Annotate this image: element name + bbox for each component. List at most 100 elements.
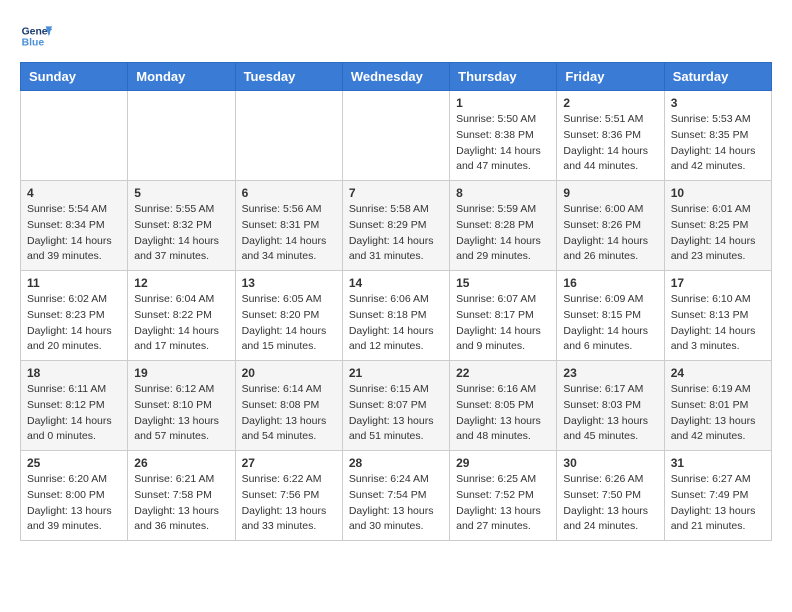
sunrise-text: Sunrise: 6:01 AM bbox=[671, 203, 751, 215]
day-info: Sunrise: 6:21 AM Sunset: 7:58 PM Dayligh… bbox=[134, 472, 228, 535]
calendar-week-3: 11 Sunrise: 6:02 AM Sunset: 8:23 PM Dayl… bbox=[21, 271, 772, 361]
calendar-cell-12: 12 Sunrise: 6:04 AM Sunset: 8:22 PM Dayl… bbox=[128, 271, 235, 361]
day-number: 10 bbox=[671, 186, 765, 200]
calendar-cell-23: 23 Sunrise: 6:17 AM Sunset: 8:03 PM Dayl… bbox=[557, 361, 664, 451]
calendar-cell-17: 17 Sunrise: 6:10 AM Sunset: 8:13 PM Dayl… bbox=[664, 271, 771, 361]
day-info: Sunrise: 5:50 AM Sunset: 8:38 PM Dayligh… bbox=[456, 112, 550, 175]
calendar-cell-empty bbox=[128, 91, 235, 181]
sunrise-text: Sunrise: 6:06 AM bbox=[349, 293, 429, 305]
day-info: Sunrise: 6:22 AM Sunset: 7:56 PM Dayligh… bbox=[242, 472, 336, 535]
day-info: Sunrise: 6:24 AM Sunset: 7:54 PM Dayligh… bbox=[349, 472, 443, 535]
calendar-cell-18: 18 Sunrise: 6:11 AM Sunset: 8:12 PM Dayl… bbox=[21, 361, 128, 451]
day-info: Sunrise: 6:02 AM Sunset: 8:23 PM Dayligh… bbox=[27, 292, 121, 355]
daylight-text: Daylight: 14 hours and 15 minutes. bbox=[242, 325, 327, 353]
day-info: Sunrise: 5:59 AM Sunset: 8:28 PM Dayligh… bbox=[456, 202, 550, 265]
sunrise-text: Sunrise: 6:21 AM bbox=[134, 473, 214, 485]
calendar-cell-26: 26 Sunrise: 6:21 AM Sunset: 7:58 PM Dayl… bbox=[128, 451, 235, 541]
day-info: Sunrise: 6:00 AM Sunset: 8:26 PM Dayligh… bbox=[563, 202, 657, 265]
daylight-text: Daylight: 13 hours and 42 minutes. bbox=[671, 415, 756, 443]
calendar-week-5: 25 Sunrise: 6:20 AM Sunset: 8:00 PM Dayl… bbox=[21, 451, 772, 541]
sunset-text: Sunset: 8:35 PM bbox=[671, 129, 749, 141]
sunset-text: Sunset: 7:54 PM bbox=[349, 489, 427, 501]
day-info: Sunrise: 5:53 AM Sunset: 8:35 PM Dayligh… bbox=[671, 112, 765, 175]
daylight-text: Daylight: 14 hours and 6 minutes. bbox=[563, 325, 648, 353]
calendar-header-thursday: Thursday bbox=[450, 63, 557, 91]
day-info: Sunrise: 6:07 AM Sunset: 8:17 PM Dayligh… bbox=[456, 292, 550, 355]
daylight-text: Daylight: 14 hours and 3 minutes. bbox=[671, 325, 756, 353]
sunset-text: Sunset: 8:10 PM bbox=[134, 399, 212, 411]
calendar-cell-10: 10 Sunrise: 6:01 AM Sunset: 8:25 PM Dayl… bbox=[664, 181, 771, 271]
day-number: 28 bbox=[349, 456, 443, 470]
sunset-text: Sunset: 8:13 PM bbox=[671, 309, 749, 321]
calendar-cell-27: 27 Sunrise: 6:22 AM Sunset: 7:56 PM Dayl… bbox=[235, 451, 342, 541]
svg-text:Blue: Blue bbox=[22, 38, 45, 49]
sunrise-text: Sunrise: 6:02 AM bbox=[27, 293, 107, 305]
sunset-text: Sunset: 8:23 PM bbox=[27, 309, 105, 321]
day-info: Sunrise: 6:14 AM Sunset: 8:08 PM Dayligh… bbox=[242, 382, 336, 445]
sunset-text: Sunset: 7:58 PM bbox=[134, 489, 212, 501]
sunrise-text: Sunrise: 5:51 AM bbox=[563, 113, 643, 125]
day-number: 18 bbox=[27, 366, 121, 380]
day-number: 16 bbox=[563, 276, 657, 290]
sunrise-text: Sunrise: 5:54 AM bbox=[27, 203, 107, 215]
calendar-cell-empty bbox=[21, 91, 128, 181]
calendar-body: 1 Sunrise: 5:50 AM Sunset: 8:38 PM Dayli… bbox=[21, 91, 772, 541]
day-number: 25 bbox=[27, 456, 121, 470]
daylight-text: Daylight: 14 hours and 23 minutes. bbox=[671, 235, 756, 263]
calendar-week-1: 1 Sunrise: 5:50 AM Sunset: 8:38 PM Dayli… bbox=[21, 91, 772, 181]
day-info: Sunrise: 6:25 AM Sunset: 7:52 PM Dayligh… bbox=[456, 472, 550, 535]
day-number: 2 bbox=[563, 96, 657, 110]
sunset-text: Sunset: 8:32 PM bbox=[134, 219, 212, 231]
sunset-text: Sunset: 8:15 PM bbox=[563, 309, 641, 321]
calendar-cell-19: 19 Sunrise: 6:12 AM Sunset: 8:10 PM Dayl… bbox=[128, 361, 235, 451]
calendar-cell-30: 30 Sunrise: 6:26 AM Sunset: 7:50 PM Dayl… bbox=[557, 451, 664, 541]
calendar-cell-4: 4 Sunrise: 5:54 AM Sunset: 8:34 PM Dayli… bbox=[21, 181, 128, 271]
day-number: 14 bbox=[349, 276, 443, 290]
sunrise-text: Sunrise: 6:12 AM bbox=[134, 383, 214, 395]
sunset-text: Sunset: 8:31 PM bbox=[242, 219, 320, 231]
sunset-text: Sunset: 8:03 PM bbox=[563, 399, 641, 411]
daylight-text: Daylight: 14 hours and 0 minutes. bbox=[27, 415, 112, 443]
calendar-cell-31: 31 Sunrise: 6:27 AM Sunset: 7:49 PM Dayl… bbox=[664, 451, 771, 541]
calendar-header-saturday: Saturday bbox=[664, 63, 771, 91]
sunset-text: Sunset: 8:17 PM bbox=[456, 309, 534, 321]
daylight-text: Daylight: 14 hours and 37 minutes. bbox=[134, 235, 219, 263]
calendar-cell-2: 2 Sunrise: 5:51 AM Sunset: 8:36 PM Dayli… bbox=[557, 91, 664, 181]
calendar-cell-7: 7 Sunrise: 5:58 AM Sunset: 8:29 PM Dayli… bbox=[342, 181, 449, 271]
day-number: 8 bbox=[456, 186, 550, 200]
daylight-text: Daylight: 13 hours and 57 minutes. bbox=[134, 415, 219, 443]
sunrise-text: Sunrise: 6:10 AM bbox=[671, 293, 751, 305]
calendar-header-wednesday: Wednesday bbox=[342, 63, 449, 91]
calendar-week-4: 18 Sunrise: 6:11 AM Sunset: 8:12 PM Dayl… bbox=[21, 361, 772, 451]
calendar-cell-25: 25 Sunrise: 6:20 AM Sunset: 8:00 PM Dayl… bbox=[21, 451, 128, 541]
daylight-text: Daylight: 14 hours and 20 minutes. bbox=[27, 325, 112, 353]
daylight-text: Daylight: 13 hours and 21 minutes. bbox=[671, 505, 756, 533]
calendar-cell-1: 1 Sunrise: 5:50 AM Sunset: 8:38 PM Dayli… bbox=[450, 91, 557, 181]
daylight-text: Daylight: 13 hours and 33 minutes. bbox=[242, 505, 327, 533]
daylight-text: Daylight: 14 hours and 39 minutes. bbox=[27, 235, 112, 263]
daylight-text: Daylight: 14 hours and 29 minutes. bbox=[456, 235, 541, 263]
day-number: 23 bbox=[563, 366, 657, 380]
daylight-text: Daylight: 14 hours and 31 minutes. bbox=[349, 235, 434, 263]
daylight-text: Daylight: 13 hours and 45 minutes. bbox=[563, 415, 648, 443]
day-info: Sunrise: 6:20 AM Sunset: 8:00 PM Dayligh… bbox=[27, 472, 121, 535]
calendar-cell-empty bbox=[342, 91, 449, 181]
sunset-text: Sunset: 8:20 PM bbox=[242, 309, 320, 321]
calendar-cell-3: 3 Sunrise: 5:53 AM Sunset: 8:35 PM Dayli… bbox=[664, 91, 771, 181]
day-info: Sunrise: 6:06 AM Sunset: 8:18 PM Dayligh… bbox=[349, 292, 443, 355]
day-info: Sunrise: 6:12 AM Sunset: 8:10 PM Dayligh… bbox=[134, 382, 228, 445]
calendar-header-tuesday: Tuesday bbox=[235, 63, 342, 91]
sunset-text: Sunset: 8:08 PM bbox=[242, 399, 320, 411]
daylight-text: Daylight: 13 hours and 30 minutes. bbox=[349, 505, 434, 533]
daylight-text: Daylight: 13 hours and 24 minutes. bbox=[563, 505, 648, 533]
daylight-text: Daylight: 14 hours and 34 minutes. bbox=[242, 235, 327, 263]
day-number: 9 bbox=[563, 186, 657, 200]
sunset-text: Sunset: 8:34 PM bbox=[27, 219, 105, 231]
sunrise-text: Sunrise: 6:27 AM bbox=[671, 473, 751, 485]
calendar-cell-14: 14 Sunrise: 6:06 AM Sunset: 8:18 PM Dayl… bbox=[342, 271, 449, 361]
calendar-cell-15: 15 Sunrise: 6:07 AM Sunset: 8:17 PM Dayl… bbox=[450, 271, 557, 361]
daylight-text: Daylight: 14 hours and 17 minutes. bbox=[134, 325, 219, 353]
calendar-cell-11: 11 Sunrise: 6:02 AM Sunset: 8:23 PM Dayl… bbox=[21, 271, 128, 361]
day-number: 1 bbox=[456, 96, 550, 110]
sunrise-text: Sunrise: 5:55 AM bbox=[134, 203, 214, 215]
